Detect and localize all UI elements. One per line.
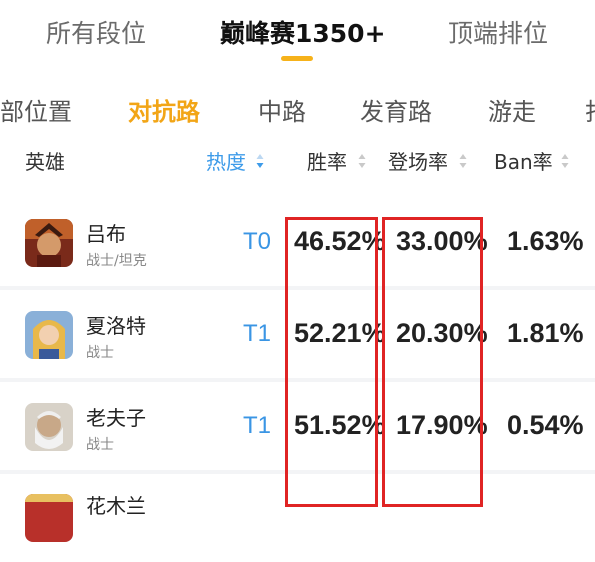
hero-role: 战士/坦克: [86, 253, 147, 269]
win-rate-highlight-box: [285, 217, 378, 507]
ban-rate-value: 1.63%: [507, 226, 584, 256]
header-heat[interactable]: 热度: [206, 146, 246, 175]
tier-badge: T1: [243, 320, 272, 347]
header-hero: 英雄: [25, 150, 65, 174]
hero-role: 战士: [86, 437, 114, 453]
tab-roam[interactable]: 游走: [488, 92, 536, 127]
header-pick-rate[interactable]: 登场率: [388, 146, 448, 175]
sort-heat-icon[interactable]: [256, 153, 264, 169]
role-tab-bar: 部位置 对抗路 中路 发育路 游走 打: [0, 70, 595, 198]
hero-name: 老夫子: [86, 406, 146, 430]
tab-top-rank[interactable]: 顶端排位: [448, 14, 548, 50]
hero-avatar: [25, 403, 73, 451]
active-tab-indicator: [281, 56, 313, 61]
hero-avatar: [25, 311, 73, 359]
sort-pick-rate-icon[interactable]: [459, 153, 467, 169]
pick-rate-highlight-box: [382, 217, 483, 507]
tab-all-ranks[interactable]: 所有段位: [46, 14, 146, 50]
hero-name: 花木兰: [86, 494, 146, 518]
hero-name: 夏洛特: [86, 314, 146, 338]
hero-avatar: [25, 219, 73, 267]
tier-badge: T1: [243, 412, 272, 439]
tab-mid-lane[interactable]: 中路: [258, 92, 306, 127]
sort-win-rate-icon[interactable]: [358, 153, 366, 169]
ban-rate-value: 0.54%: [507, 410, 584, 440]
hero-role: 战士: [86, 345, 114, 361]
header-ban-rate[interactable]: Ban率: [494, 146, 553, 175]
top-tab-bar: 所有段位 巅峰赛1350+ 顶端排位: [0, 0, 595, 70]
hero-name: 吕布: [86, 222, 126, 246]
tier-badge: T0: [243, 228, 272, 255]
tab-peak-1350[interactable]: 巅峰赛1350+: [220, 14, 386, 50]
tab-all-positions[interactable]: 部位置: [0, 92, 72, 127]
hero-avatar: [25, 494, 73, 542]
ban-rate-value: 1.81%: [507, 318, 584, 348]
header-win-rate[interactable]: 胜率: [307, 146, 347, 175]
tab-farm-lane[interactable]: 发育路: [360, 92, 432, 127]
tab-jungle[interactable]: 打: [585, 92, 595, 127]
sort-ban-rate-icon[interactable]: [561, 153, 569, 169]
tab-clash-lane[interactable]: 对抗路: [128, 92, 200, 127]
